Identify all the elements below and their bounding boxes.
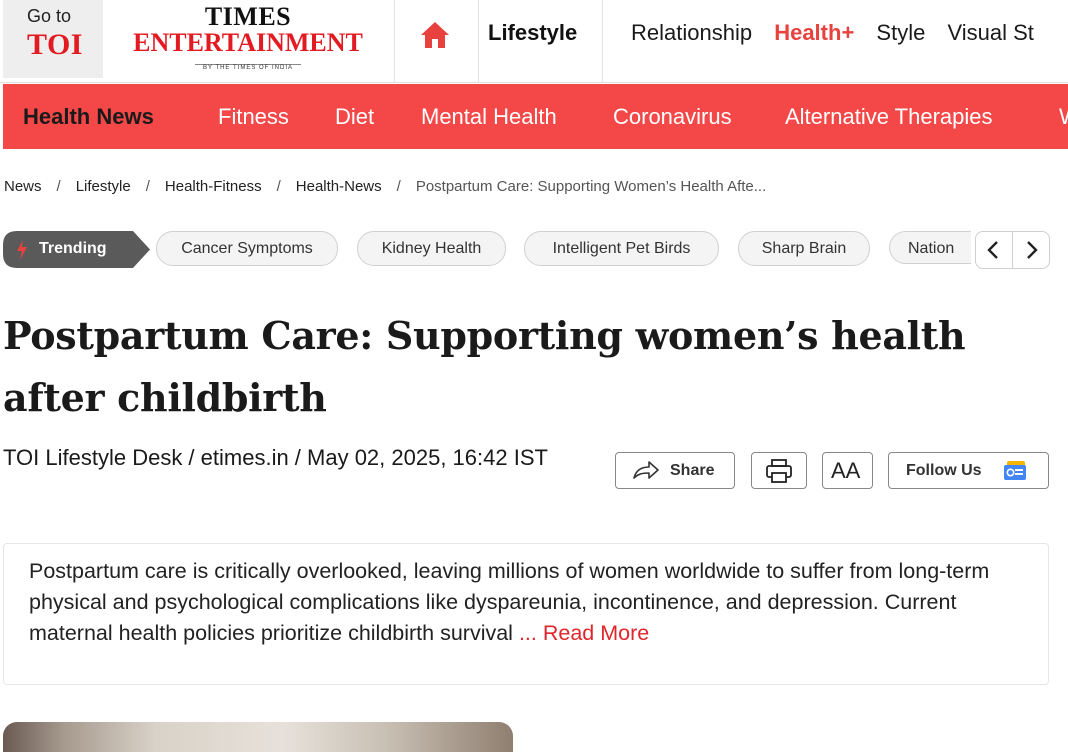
subnav-more[interactable]: W: [1059, 104, 1068, 130]
article-byline: TOI Lifestyle Desk / etimes.in / May 02,…: [3, 445, 548, 470]
article-summary: Postpartum care is critically overlooked…: [29, 556, 1029, 649]
breadcrumb: News / Lifestyle / Health-Fitness / Health-New…: [4, 178, 766, 195]
home-icon[interactable]: [419, 20, 451, 50]
trending-chip[interactable]: Kidney Health: [357, 231, 506, 266]
trending-chip[interactable]: Nation: [889, 231, 971, 264]
trending-badge: Trending: [3, 231, 150, 268]
subnav-coronavirus[interactable]: Coronavirus: [613, 104, 732, 130]
read-more-link[interactable]: ... Read More: [519, 621, 649, 645]
brand-line-times: TIMES: [204, 2, 292, 31]
summary-text: Postpartum care is critically overlooked…: [29, 559, 990, 645]
breadcrumb-current: Postpartum Care: Supporting Women’s Heal…: [415, 178, 767, 195]
trending-scroll-controls: [975, 231, 1050, 269]
share-icon: [632, 460, 660, 485]
nav-lifestyle[interactable]: Lifestyle: [488, 20, 577, 46]
google-news-icon: [1004, 461, 1028, 486]
nav-style[interactable]: Style: [876, 20, 925, 45]
brand-line-entertainment: ENTERTAINMENT: [133, 28, 363, 57]
breadcrumb-separator: /: [396, 178, 401, 195]
print-button[interactable]: [751, 452, 807, 489]
chevron-right-icon[interactable]: [1013, 232, 1049, 268]
nav-visual-stories[interactable]: Visual St: [947, 20, 1033, 45]
divider: [394, 0, 395, 82]
follow-us-label: Follow Us: [906, 462, 982, 479]
flame-icon: [15, 239, 29, 266]
article-headline: Postpartum Care: Supporting women’s heal…: [3, 313, 966, 420]
breadcrumb-news[interactable]: News: [4, 178, 42, 195]
font-size-button[interactable]: AA: [822, 452, 873, 489]
subnav-fitness[interactable]: Fitness: [218, 104, 289, 130]
subnav-diet[interactable]: Diet: [335, 104, 374, 130]
toi-logo: TOI: [27, 28, 83, 61]
divider: [602, 0, 603, 82]
share-button[interactable]: Share: [615, 452, 735, 489]
nav-relationship[interactable]: Relationship: [631, 20, 752, 45]
breadcrumb-separator: /: [145, 178, 150, 195]
subnav-mental-health[interactable]: Mental Health: [421, 104, 557, 130]
font-size-label: AA: [831, 458, 861, 483]
health-subnav: Health News Fitness Diet Mental Health C…: [3, 84, 1068, 149]
top-header: Go to TOI TIMES ENTERTAINMENT BY THE TIM…: [0, 0, 1068, 83]
trending-chip[interactable]: Cancer Symptoms: [156, 231, 338, 266]
share-label: Share: [670, 462, 715, 479]
breadcrumb-health-fitness[interactable]: Health-Fitness: [165, 178, 262, 195]
goto-toi-button[interactable]: Go to TOI: [3, 0, 103, 78]
article-summary-box: Postpartum care is critically overlooked…: [3, 543, 1049, 685]
follow-us-button[interactable]: Follow Us: [888, 452, 1049, 489]
times-entertainment-logo[interactable]: TIMES ENTERTAINMENT BY THE TIMES OF INDI…: [118, 4, 378, 74]
brand-subline: BY THE TIMES OF INDIA: [194, 64, 301, 71]
breadcrumb-lifestyle[interactable]: Lifestyle: [76, 178, 131, 195]
trending-label: Trending: [39, 240, 107, 257]
printer-icon: [765, 458, 793, 489]
trending-chip[interactable]: Intelligent Pet Birds: [524, 231, 719, 266]
trending-chip[interactable]: Sharp Brain: [738, 231, 870, 266]
article-hero-image: [3, 722, 513, 752]
chevron-left-icon[interactable]: [976, 232, 1012, 268]
breadcrumb-separator: /: [56, 178, 61, 195]
subnav-health-news[interactable]: Health News: [23, 104, 154, 130]
nav-health-plus[interactable]: Health+: [774, 20, 854, 45]
top-nav: Relationship Health+ Style Visual St: [631, 20, 1050, 46]
breadcrumb-health-news[interactable]: Health-News: [296, 178, 382, 195]
subnav-alternative-therapies[interactable]: Alternative Therapies: [785, 104, 993, 130]
divider: [478, 0, 479, 82]
breadcrumb-separator: /: [276, 178, 281, 195]
goto-label: Go to: [27, 6, 72, 26]
